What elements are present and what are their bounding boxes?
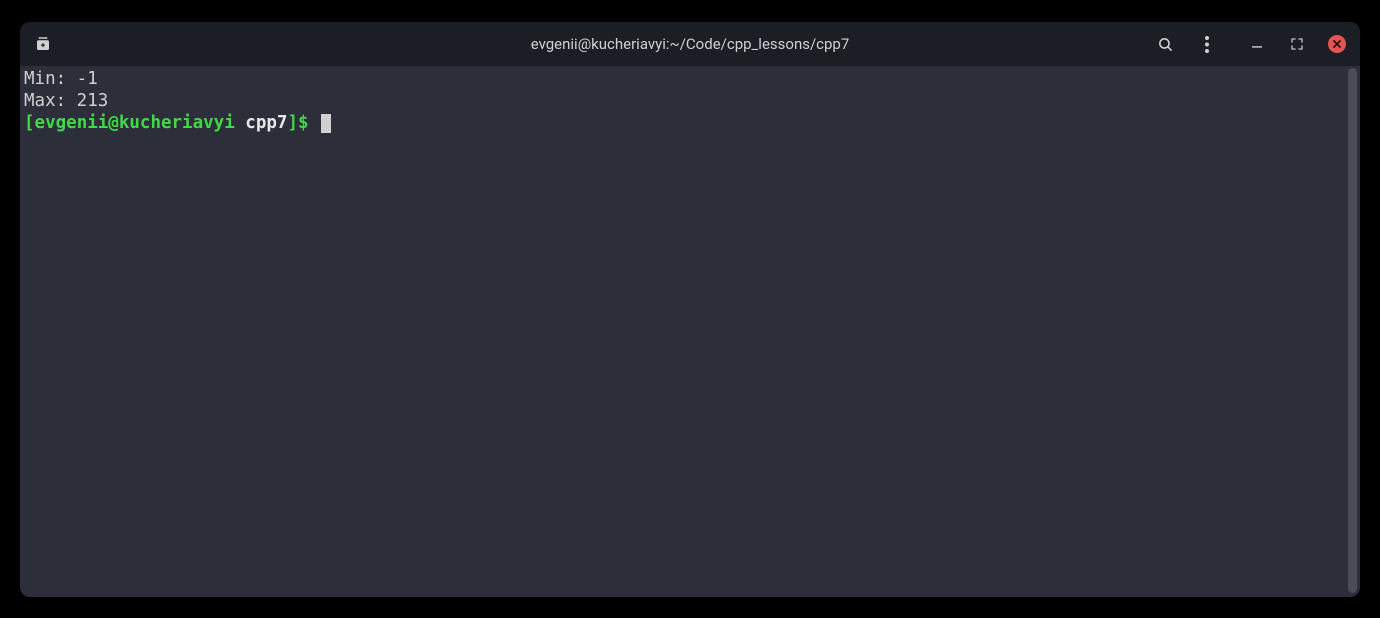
new-tab-icon[interactable]: [34, 35, 52, 53]
prompt-dir: cpp7: [245, 113, 287, 133]
window-title: evgenii@kucheriavyi:~/Code/cpp_lessons/c…: [531, 35, 850, 53]
prompt-space: [235, 113, 246, 133]
output-line-1: Min: -1: [24, 69, 98, 89]
window-controls: [1248, 35, 1346, 53]
menu-icon[interactable]: [1198, 35, 1216, 53]
cursor: [321, 114, 331, 133]
search-icon[interactable]: [1156, 35, 1174, 53]
title-bar-right: [1156, 35, 1346, 53]
terminal-window: evgenii@kucheriavyi:~/Code/cpp_lessons/c…: [20, 22, 1360, 597]
minimize-button[interactable]: [1248, 35, 1266, 53]
terminal-body[interactable]: Min: -1 Max: 213 [evgenii@kucheriavyi cp…: [20, 66, 1360, 597]
prompt-close: ]$: [287, 113, 319, 133]
title-bar: evgenii@kucheriavyi:~/Code/cpp_lessons/c…: [20, 22, 1360, 66]
prompt-open: [: [24, 113, 35, 133]
terminal-content[interactable]: Min: -1 Max: 213 [evgenii@kucheriavyi cp…: [22, 66, 1358, 595]
output-line-2: Max: 213: [24, 91, 108, 111]
scrollbar[interactable]: [1348, 68, 1357, 593]
close-button[interactable]: [1328, 35, 1346, 53]
prompt-userhost: evgenii@kucheriavyi: [35, 113, 235, 133]
prompt: [evgenii@kucheriavyi cpp7]$: [24, 113, 319, 133]
maximize-button[interactable]: [1288, 35, 1306, 53]
title-bar-left: [34, 35, 52, 53]
